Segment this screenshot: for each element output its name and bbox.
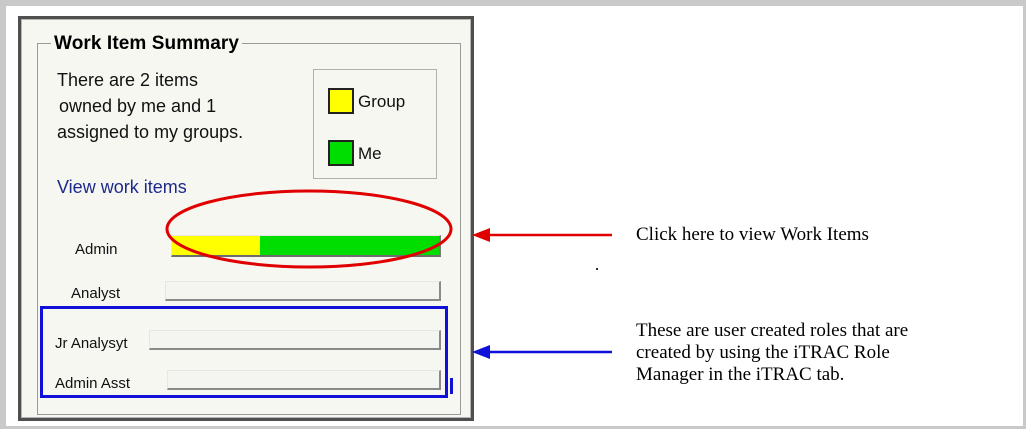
blue-arrow-head bbox=[472, 345, 490, 359]
red-arrow-head bbox=[472, 228, 490, 242]
red-callout-text: Click here to view Work Items bbox=[636, 224, 869, 245]
blue-callout-line-2: created by using the iTRAC Role bbox=[636, 342, 890, 363]
blue-callout-line-3: Manager in the iTRAC tab. bbox=[636, 364, 845, 385]
blue-callout-text: These are user created roles that are cr… bbox=[636, 320, 908, 386]
stray-dot bbox=[596, 268, 598, 270]
red-highlight-ellipse bbox=[165, 189, 453, 269]
blue-callout-line-1: These are user created roles that are bbox=[636, 320, 909, 341]
